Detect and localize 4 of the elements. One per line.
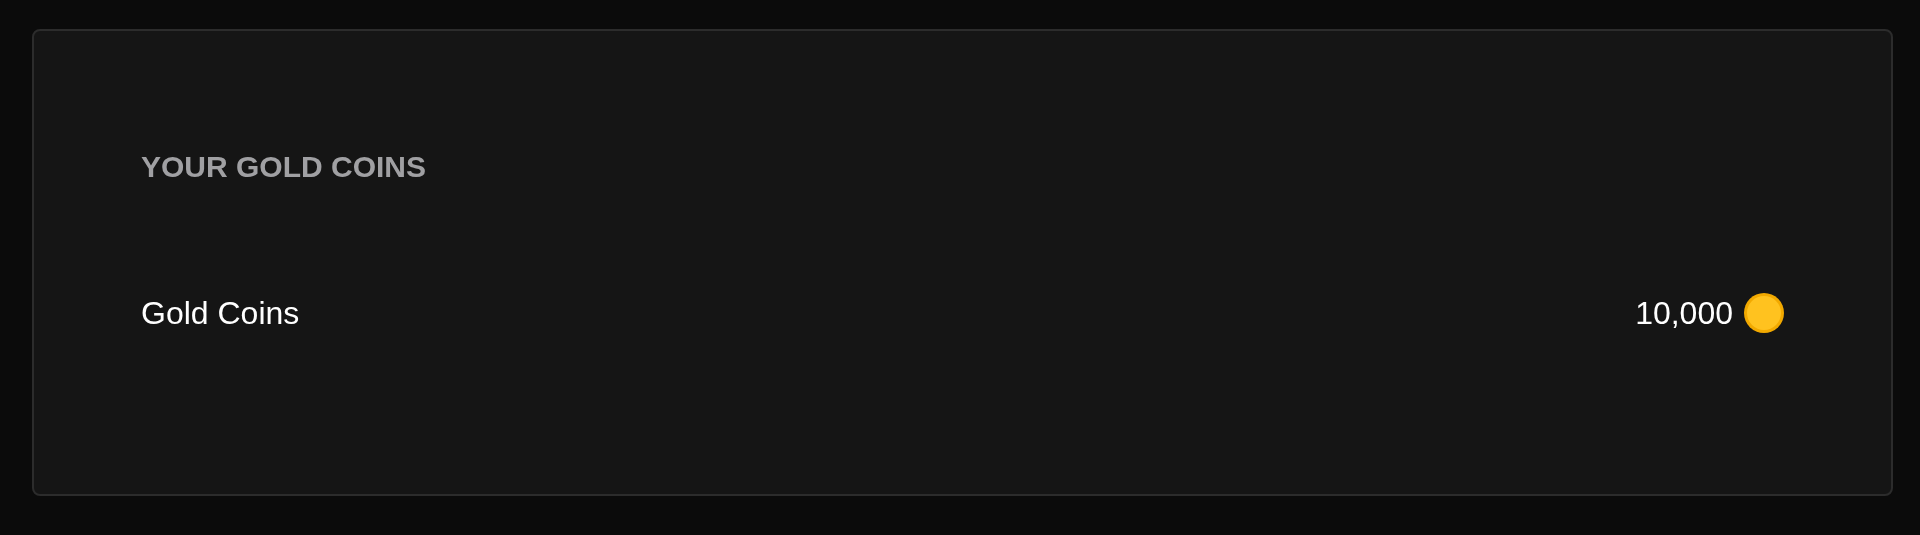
row-label: Gold Coins bbox=[141, 294, 300, 332]
section-heading: YOUR GOLD COINS bbox=[141, 149, 426, 185]
coin-amount: 10,000 bbox=[1635, 294, 1733, 332]
coin-icon bbox=[1743, 292, 1785, 334]
